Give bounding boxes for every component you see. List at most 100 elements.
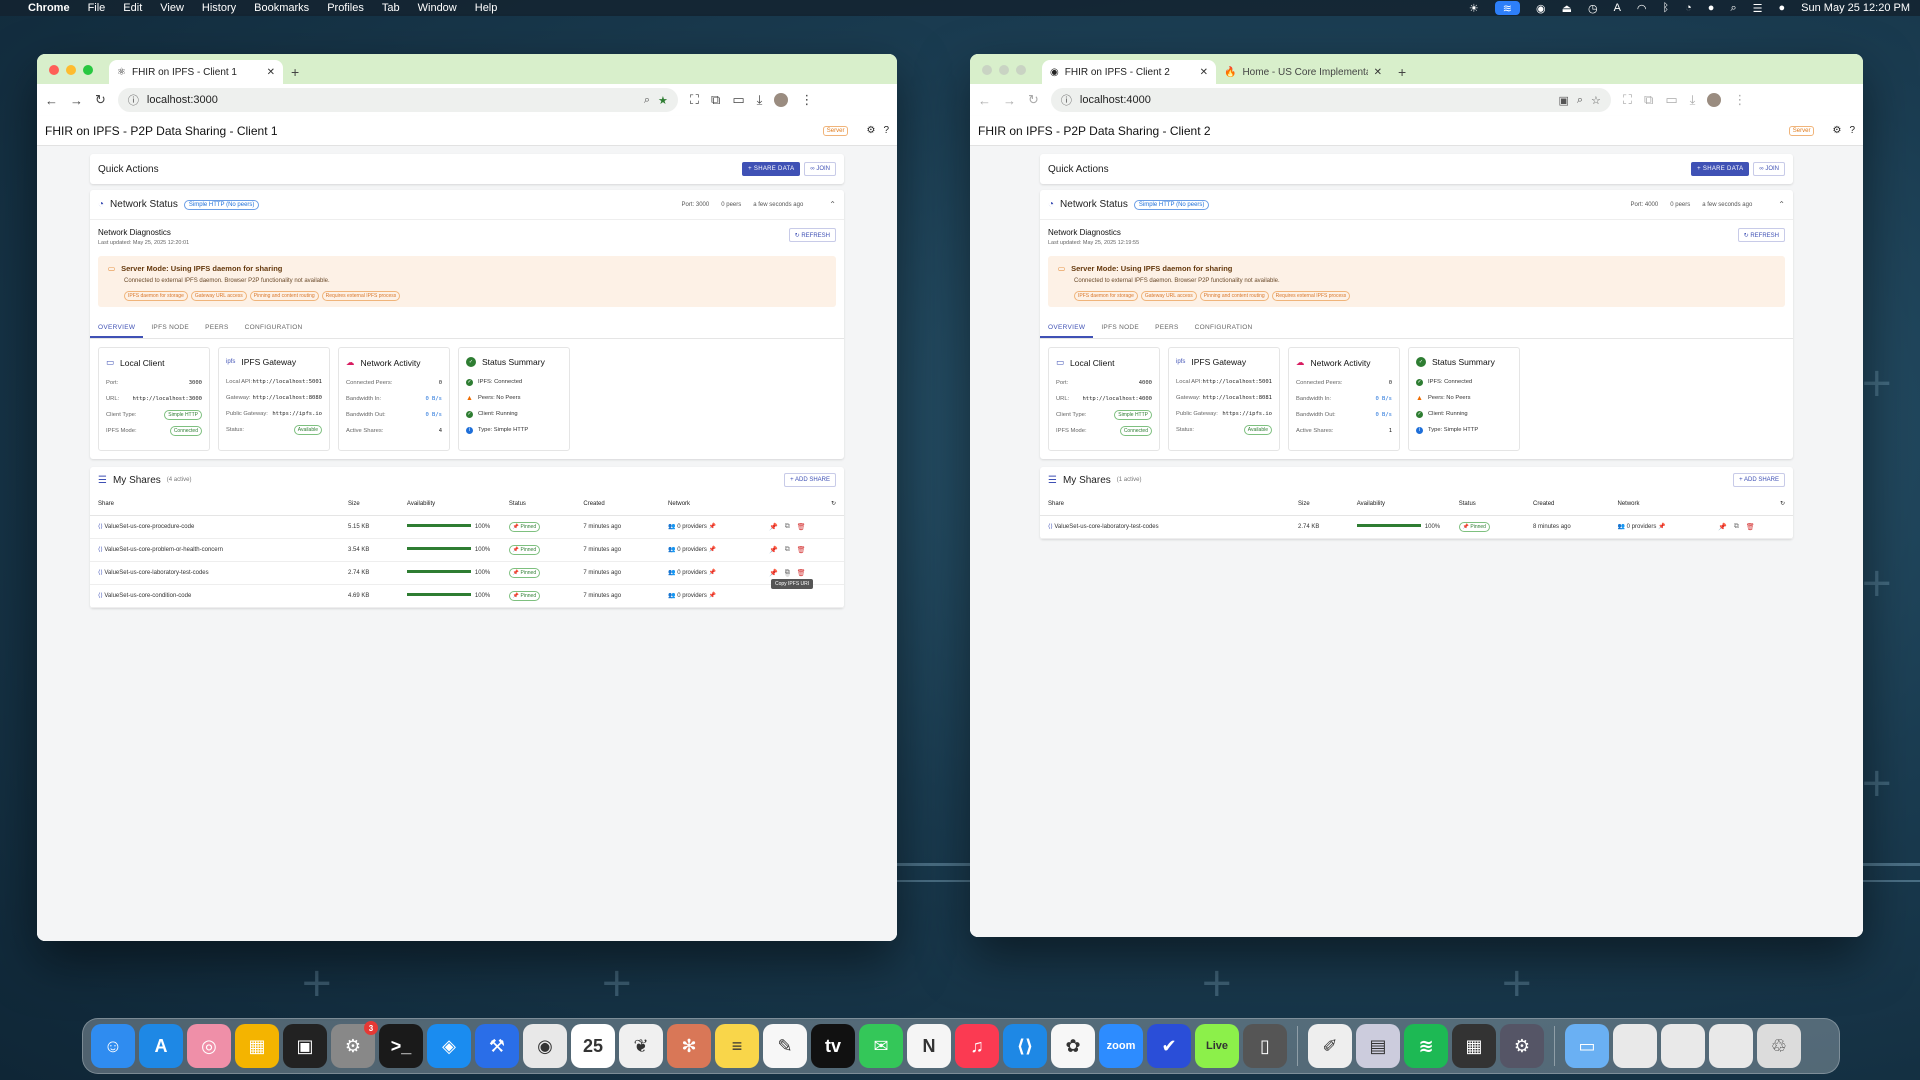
dock-app-store-icon[interactable]: A	[139, 1024, 183, 1068]
tab-peers[interactable]: PEERS	[197, 319, 237, 338]
bookmark-star-icon[interactable]: ★	[658, 94, 668, 107]
tab-configuration[interactable]: CONFIGURATION	[237, 319, 311, 338]
settings-icon[interactable]: ⚙	[1832, 125, 1841, 136]
table-row[interactable]: ⟨⟩ ValueSet-us-core-procedure-code 5.15 …	[90, 515, 844, 539]
profile-avatar[interactable]	[1707, 93, 1722, 107]
column-header[interactable]: Share	[90, 493, 340, 516]
share-data-button[interactable]: + SHARE DATA	[1691, 162, 1750, 176]
minimize-window-button[interactable]	[999, 65, 1009, 75]
zoom-window-button[interactable]	[83, 65, 93, 75]
column-header[interactable]: Share	[1040, 493, 1290, 516]
search-icon[interactable]: ⌕	[1730, 2, 1736, 15]
dock-zoom-icon[interactable]: zoom	[1099, 1024, 1143, 1068]
browser-tab[interactable]: ◉ FHIR on IPFS - Client 2 ✕	[1042, 60, 1216, 84]
help-icon[interactable]: ?	[883, 125, 889, 136]
browser-tab[interactable]: ⚛ FHIR on IPFS - Client 1 ✕	[109, 60, 283, 84]
delete-icon[interactable]: 🗑	[797, 546, 806, 554]
dock-apple-tv-icon[interactable]: tv	[811, 1024, 855, 1068]
dock-textedit-icon[interactable]: ✐	[1308, 1024, 1352, 1068]
menu-clock[interactable]: Sun May 25 12:20 PM	[1801, 2, 1910, 14]
download-icon[interactable]: ⤓	[1690, 92, 1696, 108]
dock-terminal-icon[interactable]: >_	[379, 1024, 423, 1068]
back-icon[interactable]: ←	[978, 93, 991, 108]
reload-icon[interactable]: ↻	[1028, 92, 1039, 108]
dock-live-icon[interactable]: Live	[1195, 1024, 1239, 1068]
column-header[interactable]: Network	[660, 493, 761, 516]
brightness-icon[interactable]: ☀	[1469, 2, 1479, 15]
copy-icon[interactable]: ⧉	[784, 568, 790, 577]
address-bar[interactable]: ⓘ localhost:3000 ⌕ ★	[117, 88, 678, 112]
tab-ipfs-node[interactable]: IPFS NODE	[1093, 319, 1147, 338]
join-button[interactable]: ∞ JOIN	[1753, 162, 1785, 176]
menu-file[interactable]: File	[88, 2, 106, 14]
dock-xcode-icon[interactable]: ⚒	[475, 1024, 519, 1068]
text-input-icon[interactable]: A	[1614, 2, 1621, 14]
pin-action-icon[interactable]: 📌	[1718, 523, 1727, 531]
dock-launchpad-icon[interactable]: ◎	[187, 1024, 231, 1068]
column-header[interactable]: Network	[1609, 493, 1711, 516]
table-row[interactable]: ⟨⟩ ValueSet-us-core-laboratory-test-code…	[90, 561, 844, 585]
zoom-window-button[interactable]	[1016, 65, 1026, 75]
control-center-icon[interactable]: ☰	[1753, 2, 1763, 15]
dock-calculator-icon[interactable]: ▦	[1452, 1024, 1496, 1068]
tab-overview[interactable]: OVERVIEW	[1040, 319, 1094, 338]
bluetooth-icon[interactable]: ᛒ	[1663, 2, 1670, 14]
dock-freeform-icon[interactable]: ✎	[763, 1024, 807, 1068]
tab-ipfs-node[interactable]: IPFS NODE	[143, 319, 197, 338]
dock-messages-icon[interactable]: ✉	[859, 1024, 903, 1068]
dock-preview-icon[interactable]: ▤	[1356, 1024, 1400, 1068]
join-button[interactable]: ∞ JOIN	[804, 162, 836, 176]
pin-action-icon[interactable]: 📌	[769, 523, 778, 531]
collapse-icon[interactable]: ⌃	[1778, 200, 1785, 209]
settings-icon[interactable]: ⚙	[866, 125, 875, 136]
profile-avatar[interactable]	[774, 93, 789, 107]
menu-app-name[interactable]: Chrome	[28, 2, 70, 14]
close-window-button[interactable]	[49, 65, 59, 75]
dock-claude-icon[interactable]: ✻	[667, 1024, 711, 1068]
menu-edit[interactable]: Edit	[123, 2, 142, 14]
minimize-window-button[interactable]	[66, 65, 76, 75]
bookmark-star-icon[interactable]: ☆	[1591, 94, 1601, 107]
refresh-shares-icon[interactable]: ↻	[760, 493, 844, 516]
site-info-icon[interactable]: ⓘ	[128, 92, 139, 108]
dock-mongodb-icon[interactable]: ❦	[619, 1024, 663, 1068]
page-action-icon[interactable]: ▣	[1558, 94, 1568, 107]
zoom-icon[interactable]: ⌕	[644, 94, 650, 107]
dock-window-2-icon[interactable]	[1661, 1024, 1705, 1068]
delete-icon[interactable]: 🗑	[1746, 523, 1755, 531]
add-share-button[interactable]: + ADD SHARE	[1733, 473, 1785, 487]
close-tab-icon[interactable]: ✕	[1374, 67, 1382, 78]
site-info-icon[interactable]: ⓘ	[1061, 92, 1072, 108]
copy-icon[interactable]: ⧉	[1734, 523, 1739, 531]
audio-wave-icon[interactable]: ≋	[1494, 1, 1520, 15]
menu-history[interactable]: History	[202, 2, 236, 14]
table-row[interactable]: ⟨⟩ ValueSet-us-core-laboratory-test-code…	[1040, 515, 1793, 539]
screenshot-icon[interactable]: ⛶	[1623, 92, 1632, 108]
user-icon[interactable]: ●	[1708, 2, 1715, 14]
dock-trash-icon[interactable]: ♲	[1757, 1024, 1801, 1068]
refresh-shares-icon[interactable]: ↻	[1710, 493, 1793, 516]
dock-photos-icon[interactable]: ✿	[1051, 1024, 1095, 1068]
tab-configuration[interactable]: CONFIGURATION	[1187, 319, 1261, 338]
menu-bookmarks[interactable]: Bookmarks	[254, 2, 309, 14]
close-tab-icon[interactable]: ✕	[267, 67, 275, 78]
column-header[interactable]: Size	[1290, 493, 1349, 516]
menu-window[interactable]: Window	[418, 2, 457, 14]
menu-tab[interactable]: Tab	[382, 2, 400, 14]
table-row[interactable]: ⟨⟩ ValueSet-us-core-problem-or-health-co…	[90, 538, 844, 562]
dock-mission-control-icon[interactable]: ▣	[283, 1024, 327, 1068]
dock-news-icon[interactable]: N	[907, 1024, 951, 1068]
dock-tasks-icon[interactable]: ✔	[1147, 1024, 1191, 1068]
siri-icon[interactable]: ●	[1779, 2, 1786, 14]
column-header[interactable]: Availability	[398, 493, 501, 516]
column-header[interactable]: Status	[500, 493, 576, 516]
extensions-icon[interactable]: ⧉	[1644, 92, 1653, 108]
back-icon[interactable]: ←	[45, 93, 58, 108]
time-machine-icon[interactable]: ◷	[1588, 2, 1598, 15]
more-menu-icon[interactable]: ⋮	[800, 92, 813, 108]
dock-system-settings-icon[interactable]: ⚙ 3	[331, 1021, 378, 1068]
close-tab-icon[interactable]: ✕	[1200, 67, 1208, 78]
network-status-header[interactable]: ◔ Network Status Simple HTTP (No peers) …	[1040, 190, 1793, 220]
download-icon[interactable]: ⤓	[757, 92, 763, 108]
dock-window-3-icon[interactable]	[1709, 1024, 1753, 1068]
